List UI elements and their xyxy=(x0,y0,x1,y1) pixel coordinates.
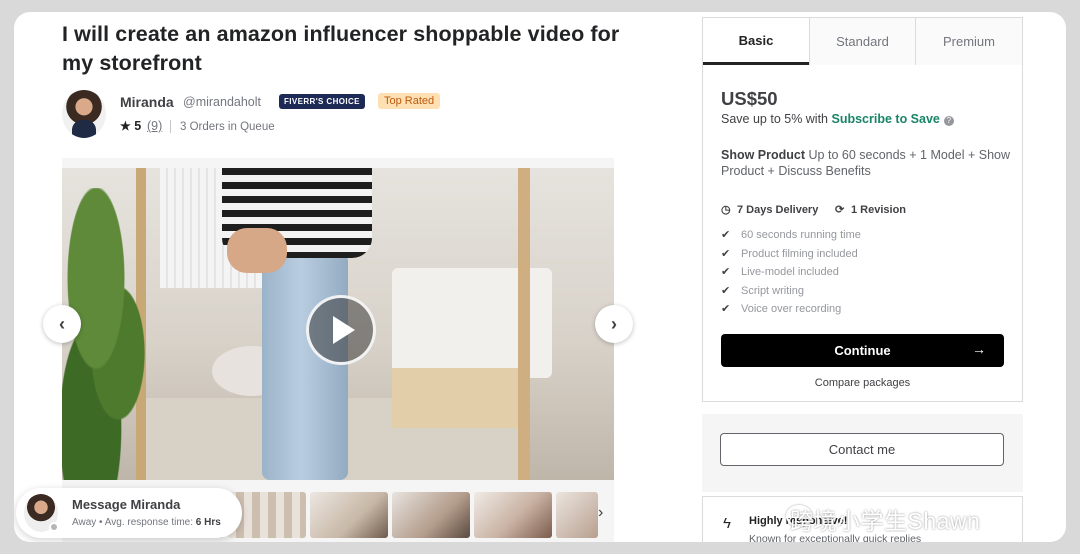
message-title: Message Miranda xyxy=(72,497,181,512)
tab-standard[interactable]: Standard xyxy=(809,18,915,65)
feature-item: ✔ 60 seconds running time xyxy=(721,226,861,245)
compare-packages-link[interactable]: Compare packages xyxy=(721,377,1004,389)
save-prefix: Save up to 5% with xyxy=(721,112,829,126)
video-scene-person xyxy=(227,228,287,273)
check-icon: ✔ xyxy=(721,229,731,241)
response-time-label: Avg. response time: xyxy=(104,517,193,528)
subscribe-to-save-link[interactable]: Subscribe to Save xyxy=(832,112,940,126)
arrow-right-icon: → xyxy=(972,341,986,357)
gallery-thumbnail[interactable] xyxy=(556,492,598,538)
package-price: US$50 xyxy=(721,88,778,109)
star-icon: ★ xyxy=(120,119,131,133)
chevron-right-icon[interactable]: › xyxy=(595,305,633,343)
check-icon: ✔ xyxy=(721,247,731,260)
continue-label: Continue xyxy=(834,343,891,358)
feature-label: Product filming included xyxy=(741,247,858,260)
seller-handle: @mirandaholt xyxy=(183,95,262,109)
feature-label: Voice over recording xyxy=(741,303,842,316)
seller-rating: ★ 5 xyxy=(120,119,141,133)
revision-label: 1 Revision xyxy=(851,204,907,216)
seller-name[interactable]: Miranda xyxy=(120,94,174,110)
feature-item: ✔ Live-model included xyxy=(721,263,861,282)
package-desc-title: Show Product xyxy=(721,148,806,162)
review-count-link[interactable]: (9) xyxy=(147,119,162,133)
feature-item: ✔ Script writing xyxy=(721,282,861,301)
gig-video[interactable] xyxy=(62,168,614,480)
check-icon: ✔ xyxy=(721,303,731,316)
lightning-icon: ϟ xyxy=(723,515,731,532)
away-label: Away xyxy=(72,517,97,528)
delivery-label: 7 Days Delivery xyxy=(737,204,819,216)
refresh-icon: ⟳ xyxy=(835,204,845,216)
feature-label: Script writing xyxy=(741,284,804,297)
gallery-thumbnail[interactable] xyxy=(474,492,552,538)
play-icon[interactable] xyxy=(306,295,376,365)
divider xyxy=(170,120,171,133)
feature-item: ✔ Product filming included xyxy=(721,245,861,264)
feature-label: Live-model included xyxy=(741,266,839,279)
check-icon: ✔ xyxy=(721,284,731,297)
video-scene-mirror-frame xyxy=(518,168,530,480)
package-description: Show Product Up to 60 seconds + 1 Model … xyxy=(721,147,1011,179)
response-time-value: 6 Hrs xyxy=(195,517,221,528)
gallery-thumbnail[interactable] xyxy=(310,492,388,538)
delivery-time: ◷ 7 Days Delivery xyxy=(721,203,818,216)
gallery-thumbnail[interactable] xyxy=(392,492,470,538)
contact-me-button[interactable]: Contact me xyxy=(720,433,1004,466)
video-scene-person xyxy=(262,253,348,480)
message-seller-bubble[interactable]: Message Miranda Away • Avg. response tim… xyxy=(16,488,242,538)
rating-value: 5 xyxy=(134,119,142,133)
top-rated-badge: Top Rated xyxy=(378,93,441,109)
watermark-text: 跨境小学生Shawn xyxy=(790,508,981,534)
gig-gallery: › xyxy=(62,158,614,542)
package-panel: Basic Standard Premium US$50 Save up to … xyxy=(702,17,1023,402)
continue-button[interactable]: Continue → xyxy=(721,334,1004,367)
check-icon: ✔ xyxy=(721,266,731,279)
gig-page: I will create an amazon influencer shopp… xyxy=(14,12,1066,542)
thumbnails-next-icon[interactable]: › xyxy=(598,504,603,522)
clock-icon: ◷ xyxy=(721,204,731,216)
video-scene-bedframe xyxy=(392,368,522,428)
feature-item: ✔ Voice over recording xyxy=(721,300,861,319)
orders-in-queue: 3 Orders in Queue xyxy=(180,121,275,133)
package-features: ✔ 60 seconds running time ✔ Product filmin… xyxy=(721,226,861,319)
feature-label: 60 seconds running time xyxy=(741,229,861,241)
away-status-dot xyxy=(49,522,59,532)
tab-premium[interactable]: Premium xyxy=(915,18,1022,65)
message-status: Away • Avg. response time: 6 Hrs xyxy=(72,517,221,528)
fiverrs-choice-badge: FIVERR'S CHOICE xyxy=(279,94,365,109)
gig-title: I will create an amazon influencer shopp… xyxy=(62,22,620,75)
seller-overview: Miranda @mirandaholt FIVERR'S CHOICE Top… xyxy=(62,90,622,140)
help-icon[interactable]: ? xyxy=(943,116,954,126)
seller-avatar[interactable] xyxy=(62,90,106,138)
tab-basic[interactable]: Basic xyxy=(703,18,809,65)
revisions: ⟳ 1 Revision xyxy=(835,203,906,216)
chevron-left-icon[interactable]: ‹ xyxy=(43,305,81,343)
contact-section: Contact me xyxy=(702,414,1023,492)
subscribe-save-line: Save up to 5% with Subscribe to Save? xyxy=(721,112,954,126)
package-tabs: Basic Standard Premium xyxy=(703,18,1022,65)
